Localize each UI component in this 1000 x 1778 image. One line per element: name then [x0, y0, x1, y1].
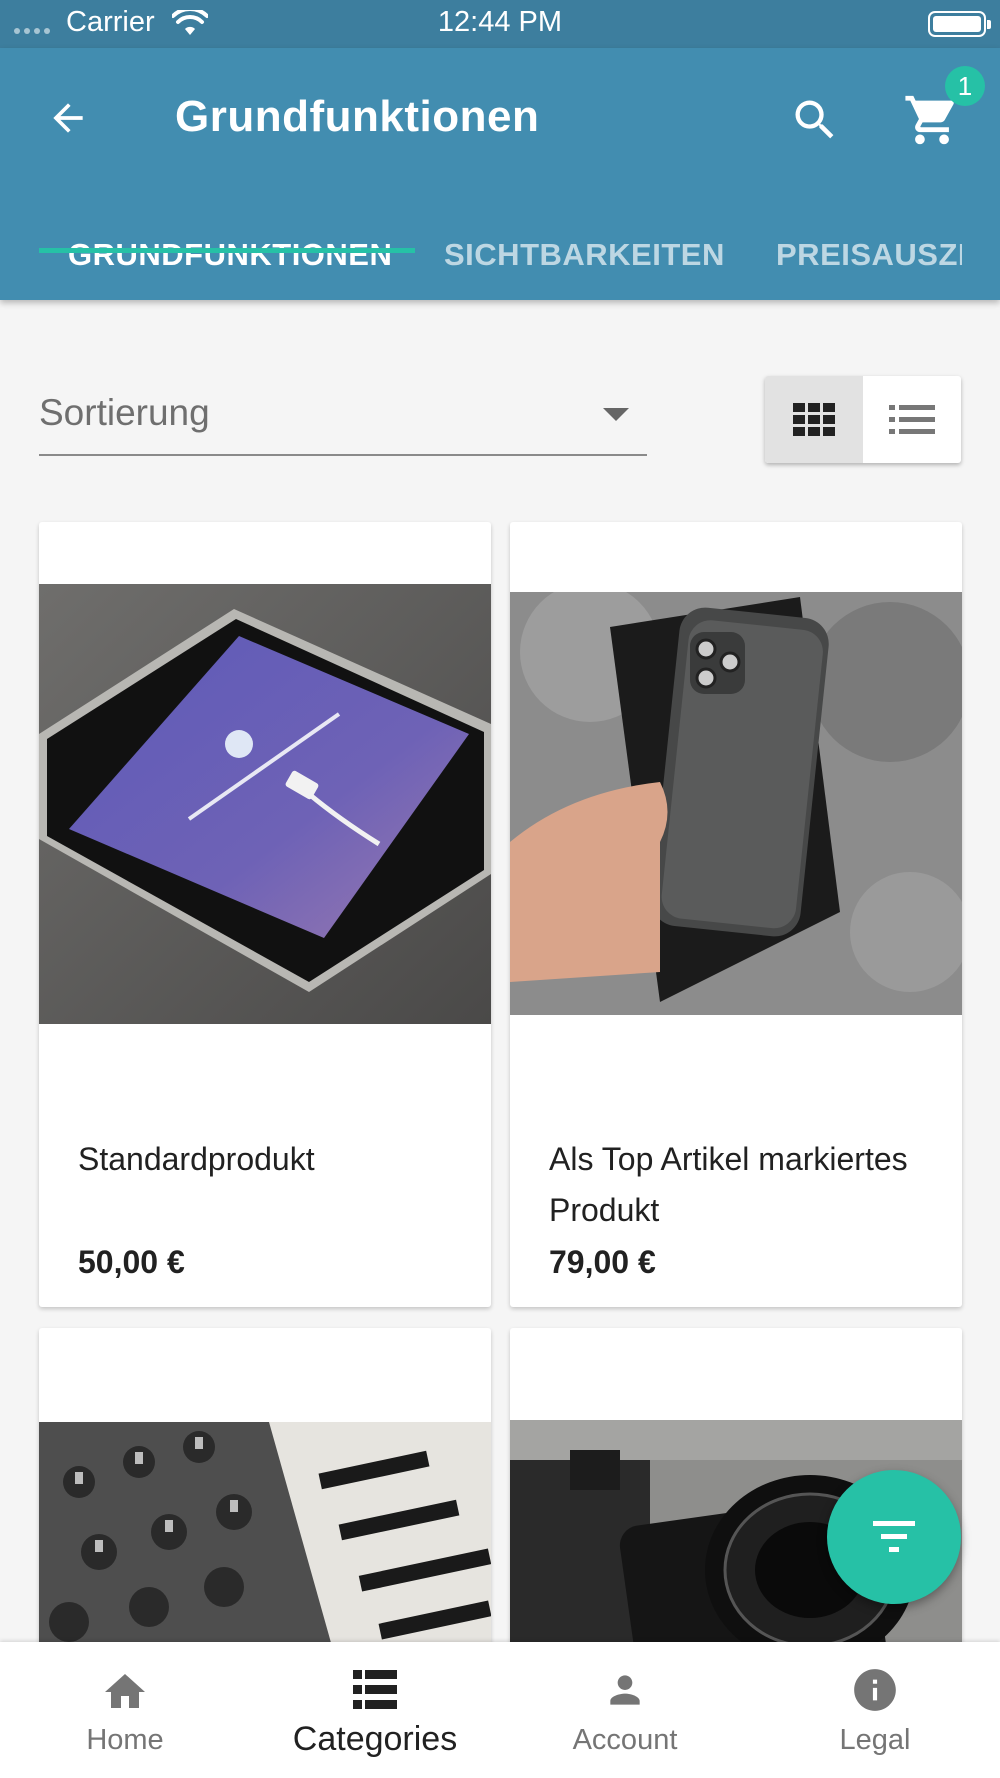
product-price: 79,00 €	[549, 1244, 656, 1280]
status-bar: Carrier 12:44 PM	[0, 0, 1000, 48]
list-view-button[interactable]	[863, 376, 961, 463]
active-tab-indicator	[39, 248, 415, 253]
battery-icon	[928, 11, 991, 37]
product-name: Standardprodukt	[78, 1141, 315, 1177]
page-title: Grundfunktionen	[175, 92, 540, 141]
nav-label: Account	[572, 1724, 678, 1756]
tab-grundfunktionen[interactable]: GRUNDFUNKTIONEN	[68, 210, 392, 300]
account-icon	[603, 1664, 647, 1716]
home-icon	[100, 1664, 150, 1716]
nav-label: Categories	[292, 1720, 458, 1758]
nav-home[interactable]: Home	[0, 1642, 250, 1778]
search-icon	[795, 100, 834, 139]
arrow-left-icon	[53, 103, 83, 133]
search-button[interactable]	[785, 90, 845, 150]
smartphone-photo	[510, 592, 962, 1015]
tablet-photo	[39, 584, 491, 1024]
bottom-navigation: Home Categories Account Legal	[0, 1642, 1000, 1778]
clock: 12:44 PM	[437, 6, 563, 38]
view-toggle	[765, 376, 961, 463]
filter-button[interactable]	[827, 1470, 961, 1604]
product-card[interactable]: Standardprodukt 50,00 €	[39, 522, 491, 1307]
sort-label: Sortierung	[39, 392, 210, 433]
nav-legal[interactable]: Legal	[750, 1642, 1000, 1778]
app-bar: Grundfunktionen 1 GRUNDFUNKTIONEN SICHTB…	[0, 48, 1000, 300]
dropdown-arrow-icon	[603, 408, 629, 421]
back-button[interactable]	[40, 90, 96, 146]
category-tabs: GRUNDFUNKTIONEN SICHTBARKEITEN PREISAUSZ…	[0, 210, 1000, 300]
grid-icon	[793, 402, 835, 436]
grid-view-button[interactable]	[765, 376, 863, 463]
product-name: Als Top Artikel markiertes Produkt	[549, 1141, 908, 1228]
nav-label: Legal	[839, 1724, 911, 1756]
sort-dropdown[interactable]: Sortierung	[39, 378, 647, 456]
nav-categories[interactable]: Categories	[250, 1642, 500, 1778]
product-card[interactable]: Als Top Artikel markiertes Produkt 79,00…	[510, 522, 962, 1307]
tab-sichtbarkeiten[interactable]: SICHTBARKEITEN	[444, 210, 725, 300]
product-price: 50,00 €	[78, 1244, 185, 1280]
cart-count-badge: 1	[945, 66, 985, 106]
nav-label: Home	[86, 1724, 164, 1756]
tab-preisauszeichnung[interactable]: PREISAUSZEICHNUNG	[776, 210, 962, 300]
filter-icon	[873, 1521, 915, 1552]
nav-account[interactable]: Account	[500, 1642, 750, 1778]
categories-icon	[353, 1664, 397, 1716]
info-icon	[850, 1664, 900, 1716]
list-icon	[889, 404, 935, 434]
